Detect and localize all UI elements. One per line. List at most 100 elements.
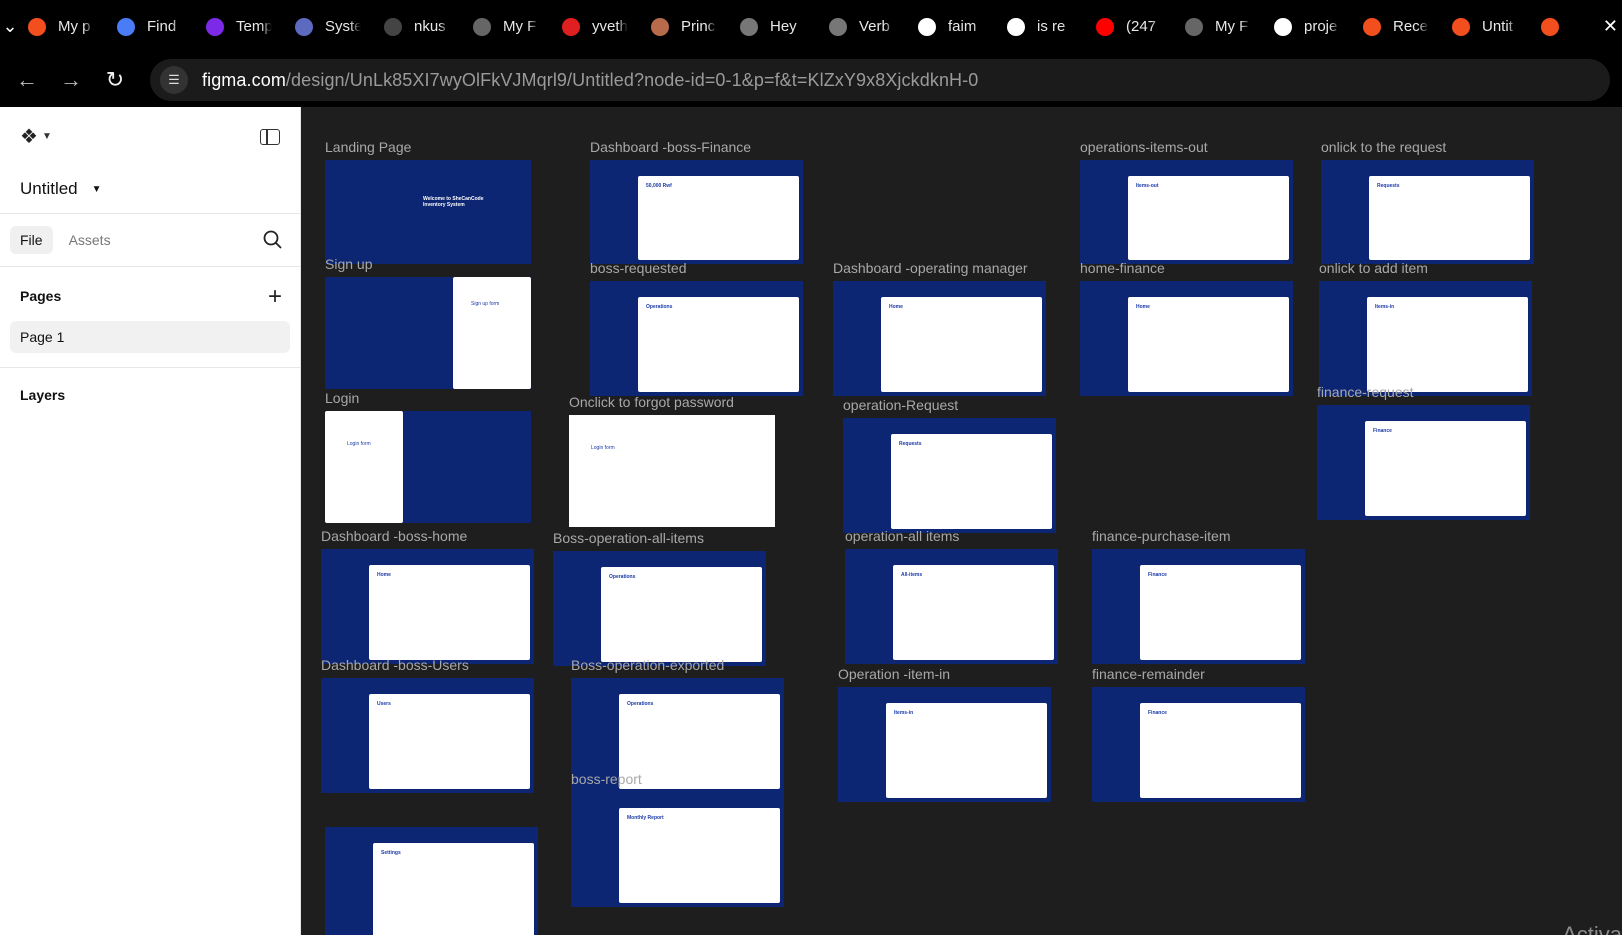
tab-search-chevron-icon[interactable]: ⌄ xyxy=(0,0,20,53)
browser-tab[interactable]: Hey xyxy=(732,0,821,53)
design-frame[interactable]: Users xyxy=(321,678,534,793)
browser-tab[interactable]: Temp xyxy=(198,0,287,53)
tab-assets[interactable]: Assets xyxy=(59,226,121,254)
figma-icon xyxy=(1452,17,1470,36)
design-frame[interactable]: Home xyxy=(833,281,1046,396)
figma-canvas[interactable]: Landing Page Welcome to SheCanCode Invent… xyxy=(301,107,1622,935)
design-frame[interactable]: Items-in xyxy=(838,687,1051,802)
design-frame[interactable]: Operations xyxy=(590,281,803,396)
google-icon xyxy=(1274,17,1292,36)
browser-tab-title: Temp xyxy=(236,18,272,35)
frame-label[interactable]: home-finance xyxy=(1080,260,1165,276)
frame-label[interactable]: onlick to the request xyxy=(1321,139,1446,155)
frame-label[interactable]: finance-remainder xyxy=(1092,666,1205,682)
browser-tab[interactable]: proje xyxy=(1266,0,1355,53)
figma-icon xyxy=(28,17,46,36)
frame-heading: Items-in xyxy=(894,710,914,716)
frame-label[interactable]: Onclick to forgot password xyxy=(569,394,734,410)
design-frame[interactable]: Items-in xyxy=(1319,281,1532,396)
browser-tab[interactable]: (247 xyxy=(1088,0,1177,53)
design-frame[interactable]: Sign up form xyxy=(325,277,531,389)
figma-menu-icon[interactable]: ❖ xyxy=(20,124,38,149)
frame-label[interactable]: boss-report xyxy=(571,771,642,787)
design-frame[interactable]: Monthly Report xyxy=(571,792,784,907)
search-icon[interactable] xyxy=(262,229,284,251)
browser-tab[interactable]: is re xyxy=(999,0,1088,53)
frame-heading: Login form xyxy=(591,445,615,451)
frame-label[interactable]: Operation -item-in xyxy=(838,666,950,682)
frame-label[interactable]: Dashboard -boss-home xyxy=(321,528,467,544)
pages-heading: Pages xyxy=(20,288,62,304)
design-frame[interactable]: Operations xyxy=(553,551,766,666)
browser-tab[interactable]: nkus xyxy=(376,0,465,53)
frame-heading: Operations xyxy=(609,574,636,580)
frame-heading: Items-out xyxy=(1136,183,1159,189)
browser-tab[interactable]: Princ xyxy=(643,0,732,53)
frame-heading: Welcome to SheCanCode Inventory System xyxy=(423,196,484,208)
chevron-down-icon[interactable]: ▼ xyxy=(42,131,52,142)
reload-icon[interactable]: ↻ xyxy=(93,58,137,102)
design-frame[interactable]: Requests xyxy=(843,418,1056,533)
design-frame[interactable]: Welcome to SheCanCode Inventory System xyxy=(325,160,531,264)
frame-content: Home xyxy=(881,297,1042,392)
browser-tab-title: My p xyxy=(58,18,91,35)
sidebar-toggle-icon[interactable] xyxy=(260,129,280,145)
frame-label[interactable]: finance-purchase-item xyxy=(1092,528,1231,544)
design-frame[interactable]: Finance xyxy=(1092,687,1305,802)
design-frame[interactable]: Items-out xyxy=(1080,160,1293,264)
browser-tab[interactable]: yveth xyxy=(554,0,643,53)
frame-content: Operations xyxy=(619,694,780,789)
frame-label[interactable]: finance-request xyxy=(1317,384,1414,400)
flag-icon xyxy=(117,17,135,36)
browser-tab[interactable]: My p xyxy=(20,0,109,53)
page-item[interactable]: Page 1 xyxy=(10,321,290,353)
frame-label[interactable]: Dashboard -boss-Users xyxy=(321,657,469,673)
design-frame[interactable]: Requests xyxy=(1321,160,1534,264)
figma-icon xyxy=(1541,17,1559,36)
browser-tab[interactable]: Syste xyxy=(287,0,376,53)
browser-tab[interactable]: My F xyxy=(1177,0,1266,53)
frame-label[interactable]: Dashboard -boss-Finance xyxy=(590,139,751,155)
frame-label[interactable]: Sign up xyxy=(325,256,372,272)
address-bar: ← → ↻ ☰ figma.com/design/UnLk85XI7wyOlFk… xyxy=(0,53,1622,107)
url-field[interactable]: ☰ figma.com/design/UnLk85XI7wyOlFkVJMqrl… xyxy=(150,59,1610,101)
chatgpt-icon xyxy=(740,17,758,36)
design-frame[interactable]: Login form xyxy=(325,411,531,523)
browser-tab[interactable]: Find xyxy=(109,0,198,53)
browser-tab-title: Syste xyxy=(325,18,361,35)
browser-tab[interactable]: Untit xyxy=(1444,0,1533,53)
frame-label[interactable]: Landing Page xyxy=(325,139,411,155)
browser-tab[interactable]: Rece xyxy=(1355,0,1444,53)
url-text[interactable]: figma.com/design/UnLk85XI7wyOlFkVJMqrl9/… xyxy=(202,70,978,91)
frame-label[interactable]: onlick to add item xyxy=(1319,260,1428,276)
frame-label[interactable]: Login xyxy=(325,390,359,406)
design-frame[interactable]: Login form xyxy=(569,415,775,527)
back-arrow-icon[interactable]: ← xyxy=(5,58,49,102)
design-frame[interactable]: Home xyxy=(1080,281,1293,396)
design-frame[interactable]: Finance xyxy=(1317,405,1530,520)
frame-label[interactable]: boss-requested xyxy=(590,260,687,276)
design-frame[interactable]: Settings xyxy=(325,827,538,935)
frame-content: Finance xyxy=(1140,703,1301,798)
close-icon[interactable]: ✕ xyxy=(1603,16,1618,37)
design-frame[interactable]: All-items xyxy=(845,549,1058,664)
frame-label[interactable]: operation-Request xyxy=(843,397,958,413)
design-frame[interactable]: Home xyxy=(321,549,534,664)
frame-label[interactable]: operation-all items xyxy=(845,528,959,544)
design-frame[interactable]: Finance xyxy=(1092,549,1305,664)
site-settings-icon[interactable]: ☰ xyxy=(160,66,188,94)
frame-label[interactable]: Boss-operation-exported xyxy=(571,657,724,673)
file-name-button[interactable]: Untitled ▼ xyxy=(0,165,300,213)
frame-label[interactable]: Dashboard -operating manager xyxy=(833,260,1028,276)
frame-label[interactable]: operations-items-out xyxy=(1080,139,1208,155)
tab-file[interactable]: File xyxy=(10,226,53,254)
browser-tab[interactable]: Verb xyxy=(821,0,910,53)
forward-arrow-icon[interactable]: → xyxy=(49,58,93,102)
frame-heading: All-items xyxy=(901,572,923,578)
frame-label[interactable]: Boss-operation-all-items xyxy=(553,530,704,546)
design-frame[interactable]: 50,000 Rwf xyxy=(590,160,803,264)
browser-tab[interactable]: faim xyxy=(910,0,999,53)
add-page-icon[interactable]: + xyxy=(268,283,282,311)
browser-tab[interactable]: My F xyxy=(465,0,554,53)
frame-content: Requests xyxy=(891,434,1052,529)
